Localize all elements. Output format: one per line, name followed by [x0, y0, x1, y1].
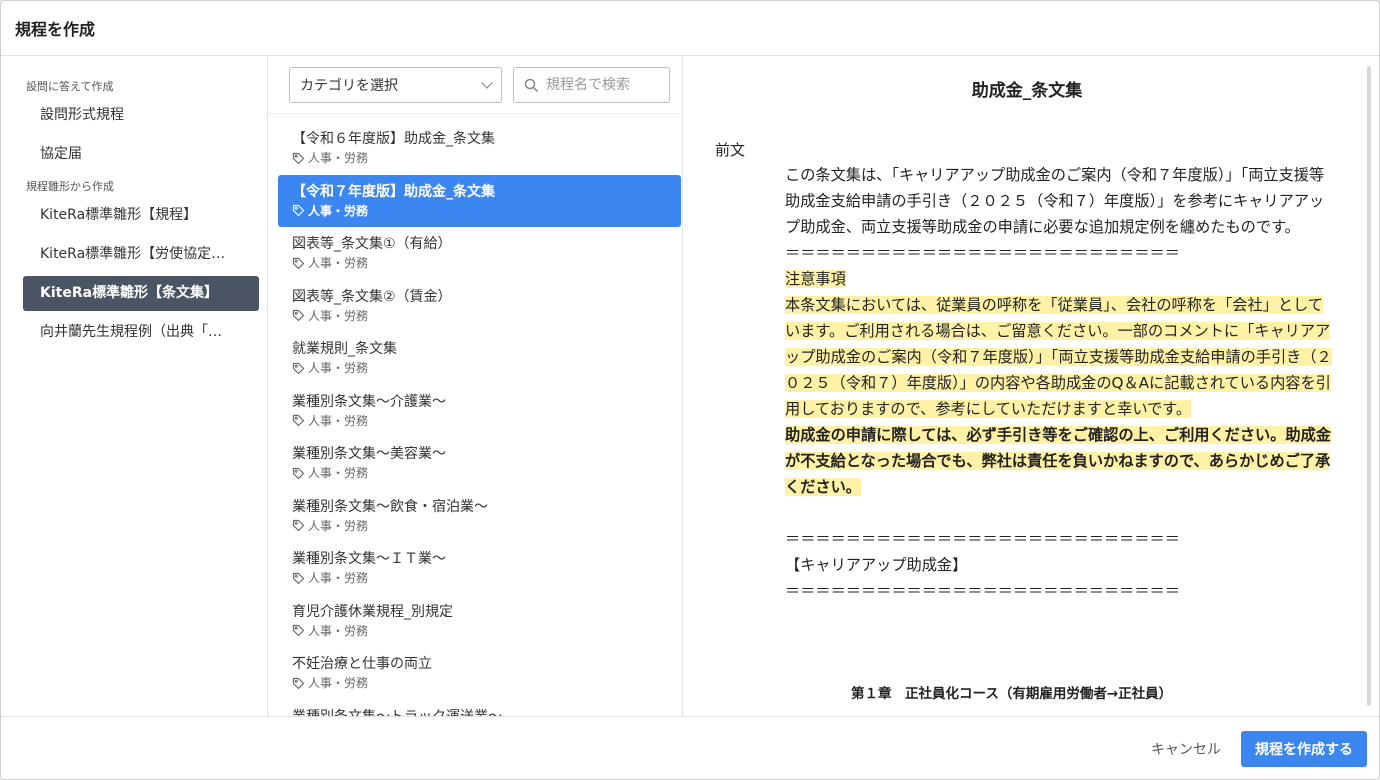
tag-icon — [292, 467, 305, 479]
template-title: 図表等_条文集①（有給） — [292, 236, 452, 252]
create-regulation-dialog: 規程を作成 設問に答えて作成 設問形式規程 協定届 規程雛形から作成 KiteR… — [0, 0, 1380, 780]
warning-paragraph: 助成金の申請に際しては、必ず手引き等をご確認の上、ご利用ください。助成金が不支給… — [785, 426, 1331, 496]
nav-item-kitera-labor-agreement[interactable]: KiteRa標準雛形【労使協定… — [23, 237, 259, 272]
notice-heading: 注意事項 — [785, 270, 846, 288]
template-tag-label: 人事・労務 — [308, 676, 369, 690]
chevron-down-icon — [481, 76, 493, 89]
template-title: 就業規則_条文集 — [292, 341, 397, 357]
template-tag-label: 人事・労務 — [308, 623, 369, 638]
dialog-header: 規程を作成 — [1, 1, 1379, 56]
cancel-button[interactable]: キャンセル — [1147, 731, 1225, 767]
nav-item-agreement-form[interactable]: 協定届 — [23, 137, 259, 172]
tag-icon — [292, 519, 305, 532]
section-heading: 【キャリアアップ助成金】 — [785, 556, 968, 574]
template-tag: 人事・労務 — [292, 412, 681, 430]
tag-icon — [292, 362, 305, 374]
template-row[interactable]: 業種別条文集〜美容業〜人事・労務 — [278, 437, 681, 490]
template-title: 【令和７年度版】助成金_条文集 — [292, 183, 495, 200]
template-tag: 人事・労務 — [292, 569, 681, 587]
template-tag-label: 人事・労務 — [308, 361, 369, 375]
template-tag: 人事・労務 — [292, 254, 681, 272]
search-input[interactable] — [546, 76, 646, 93]
tag-icon — [292, 414, 305, 427]
document-title: 助成金_条文集 — [971, 81, 1083, 101]
template-list-column: カテゴリを選択 【令和６年度版】助成金_条文集人事・労務【令和７年度版】助成金_… — [268, 56, 683, 716]
template-row[interactable]: 業種別条文集〜介護業〜人事・労務 — [278, 385, 681, 438]
template-row[interactable]: 育児介護休業規程_別規定人事・労務 — [278, 595, 681, 648]
filter-bar: カテゴリを選択 — [268, 56, 682, 114]
tag-icon — [292, 624, 305, 637]
nav-item-question-format[interactable]: 設問形式規程 — [23, 98, 259, 133]
template-source-nav: 設問に答えて作成 設問形式規程 協定届 規程雛形から作成 KiteRa標準雛形【… — [1, 56, 268, 716]
dialog-body: 設問に答えて作成 設問形式規程 協定届 規程雛形から作成 KiteRa標準雛形【… — [1, 56, 1379, 716]
template-row[interactable]: 業種別条文集〜飲食・宿泊業〜人事・労務 — [278, 490, 681, 543]
nav-item-kitera-article-collection[interactable]: KiteRa標準雛形【条文集】 — [23, 276, 259, 311]
tag-icon — [292, 309, 305, 322]
template-tag-label: 人事・労務 — [308, 571, 369, 585]
nav-section-templates: 規程雛形から作成 — [26, 180, 114, 193]
template-title: 【令和６年度版】助成金_条文集 — [292, 131, 495, 147]
template-title: 業種別条文集〜介護業〜 — [292, 393, 446, 410]
tag-icon — [292, 257, 305, 269]
template-title: 図表等_条文集②（賃金） — [292, 288, 452, 305]
separator-line: ＝＝＝＝＝＝＝＝＝＝＝＝＝＝＝＝＝＝＝＝＝＝＝＝＝＝ — [785, 582, 1180, 600]
template-tag-label: 人事・労務 — [308, 466, 369, 480]
template-list: 【令和６年度版】助成金_条文集 人事・労務 【令和７年度版】助成金_条文集 人事・労務… — [268, 114, 682, 716]
template-row[interactable]: 不妊治療と仕事の両立人事・労務 — [278, 647, 681, 700]
template-row[interactable]: 【令和７年度版】助成金_条文集人事・労務 — [278, 174, 681, 227]
template-row[interactable]: 就業規則_条文集人事・労務 — [278, 332, 681, 385]
template-tag-label: 人事・労務 — [308, 151, 369, 165]
document-preview: 助成金_条文集 前文 この条文集は、「キャリアアップ助成金のご案内（令和７年度版… — [683, 56, 1379, 716]
template-tag: 人事・労務 — [292, 517, 681, 535]
template-tag-label: 人事・労務 — [308, 256, 369, 270]
category-select-value: カテゴリを選択 — [300, 77, 398, 94]
template-title: 業種別条文集〜トラック運送業〜 — [292, 707, 681, 717]
nav-item-mukai-examples[interactable]: 向井蘭先生規程例（出典「… — [23, 315, 259, 350]
nav-section-questions: 設問に答えて作成 — [26, 80, 114, 93]
tag-icon — [292, 152, 305, 164]
template-tag: 人事・労務 — [292, 464, 681, 482]
template-tag-label: 人事・労務 — [308, 203, 369, 218]
search-icon — [524, 78, 538, 92]
preamble-label: 前文 — [715, 141, 746, 159]
template-tag: 人事・労務 — [292, 359, 681, 377]
separator-line: ＝＝＝＝＝＝＝＝＝＝＝＝＝＝＝＝＝＝＝＝＝＝＝＝＝＝ — [785, 530, 1180, 548]
separator-line: ＝＝＝＝＝＝＝＝＝＝＝＝＝＝＝＝＝＝＝＝＝＝＝＝＝＝ — [785, 244, 1180, 262]
chapter-heading: 第１章 正社員化コース（有期雇用労働者→正社員） — [851, 686, 1173, 702]
template-tag: 人事・労務 — [292, 674, 681, 692]
template-tag-label: 人事・労務 — [308, 518, 369, 533]
nav-item-kitera-standard-rules[interactable]: KiteRa標準雛形【規程】 — [23, 198, 259, 233]
template-row[interactable]: 業種別条文集〜トラック運送業〜人事・労務 — [278, 700, 681, 717]
category-select[interactable]: カテゴリを選択 — [289, 66, 502, 103]
template-tag-label: 人事・労務 — [308, 413, 369, 428]
template-tag: 人事・労務 — [292, 307, 681, 325]
template-title: 育児介護休業規程_別規定 — [292, 603, 453, 620]
template-row[interactable]: 図表等_条文集②（賃金） 人事・労務 — [278, 280, 681, 333]
template-title: 業種別条文集〜飲食・宿泊業〜 — [292, 498, 488, 515]
template-row[interactable]: 業種別条文集〜ＩＴ業〜人事・労務 — [278, 542, 681, 595]
template-title: 不妊治療と仕事の両立 — [292, 656, 432, 672]
search-box[interactable] — [513, 66, 670, 103]
template-title: 業種別条文集〜美容業〜 — [292, 446, 446, 462]
tag-icon — [292, 204, 305, 217]
template-row[interactable]: 図表等_条文集①（有給） 人事・労務 — [278, 227, 681, 280]
template-tag: 人事・労務 — [292, 202, 681, 220]
intro-paragraph: この条文集は、「キャリアアップ助成金のご案内（令和７年度版）」「両立支援等助成金… — [785, 166, 1325, 236]
template-title: 業種別条文集〜ＩＴ業〜 — [292, 551, 446, 567]
dialog-title: 規程を作成 — [15, 20, 96, 39]
dialog-footer: キャンセル 規程を作成する — [1, 716, 1379, 779]
create-regulation-button[interactable]: 規程を作成する — [1241, 731, 1367, 767]
template-tag: 人事・労務 — [292, 622, 681, 640]
tag-icon — [292, 677, 305, 689]
preamble-body: この条文集は、「キャリアアップ助成金のご案内（令和７年度版）」「両立支援等助成金… — [785, 162, 1337, 604]
template-tag-label: 人事・労務 — [308, 308, 369, 323]
notice-body: 本条文集においては、従業員の呼称を「従業員」、会社の呼称を「会社」としています。… — [785, 296, 1332, 418]
preview-scrollbar[interactable] — [1367, 66, 1371, 706]
template-tag: 人事・労務 — [292, 149, 681, 167]
template-row[interactable]: 【令和６年度版】助成金_条文集人事・労務 — [278, 122, 681, 175]
tag-icon — [292, 572, 305, 584]
